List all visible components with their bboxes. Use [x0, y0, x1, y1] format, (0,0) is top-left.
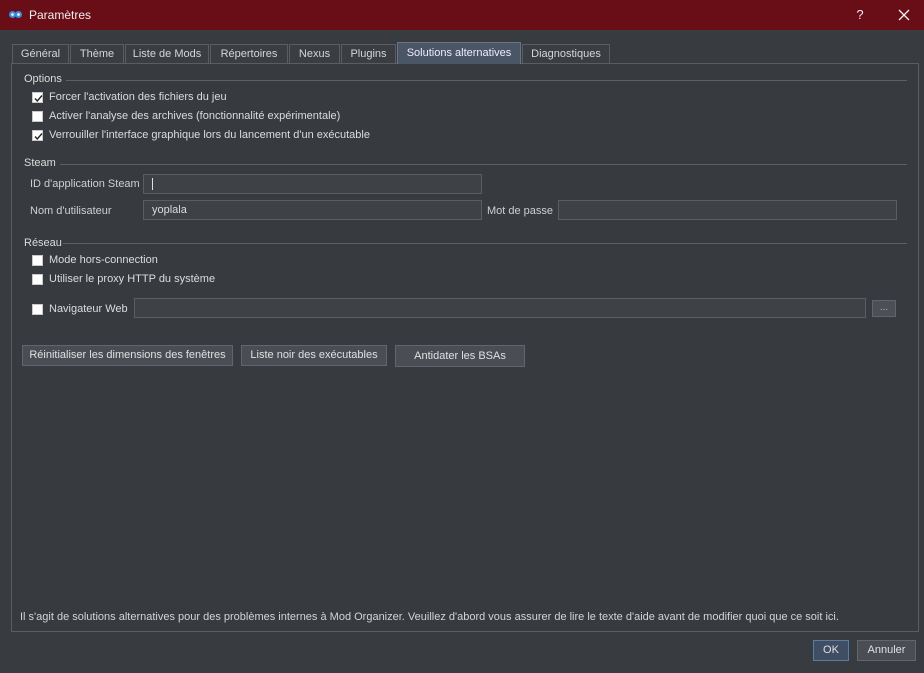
archive-parsing-checkbox[interactable]: [32, 110, 43, 122]
offline-mode-option[interactable]: Mode hors-connection: [32, 254, 158, 266]
system-proxy-label: Utiliser le proxy HTTP du système: [49, 273, 216, 285]
mod-organizer-logo-icon: [9, 11, 22, 18]
lock-gui-checkbox[interactable]: [32, 129, 43, 141]
tab-diagnostics[interactable]: Diagnostiques: [522, 44, 610, 63]
web-browser-path-input[interactable]: [134, 298, 866, 318]
force-enable-game-files-checkbox[interactable]: [32, 91, 43, 103]
backdate-bsas-button[interactable]: Antidater les BSAs: [395, 345, 525, 367]
reset-window-geometries-button[interactable]: Réinitialiser les dimensions des fenêtre…: [22, 345, 233, 366]
lock-gui-option[interactable]: Verrouiller l'interface graphique lors d…: [32, 129, 370, 141]
system-proxy-option[interactable]: Utiliser le proxy HTTP du système: [32, 273, 215, 285]
steam-group-title: Steam: [24, 157, 56, 169]
steam-username-label: Nom d'utilisateur: [30, 205, 112, 217]
tab-workarounds[interactable]: Solutions alternatives: [397, 42, 521, 64]
offline-mode-checkbox[interactable]: [32, 254, 43, 266]
ok-button[interactable]: OK: [813, 640, 849, 661]
close-button[interactable]: [893, 5, 915, 25]
browse-button[interactable]: ...: [872, 300, 896, 317]
tab-directories[interactable]: Répertoires: [210, 44, 288, 63]
force-enable-game-files-option[interactable]: Forcer l'activation des fichiers du jeu: [32, 91, 227, 103]
archive-parsing-option[interactable]: Activer l'analyse des archives (fonction…: [32, 110, 340, 122]
steam-divider: [60, 164, 907, 165]
web-browser-label: Navigateur Web: [49, 303, 128, 315]
tab-mod-list[interactable]: Liste de Mods: [125, 44, 209, 63]
help-description: Il s'agit de solutions alternatives pour…: [20, 611, 839, 623]
tab-nexus[interactable]: Nexus: [289, 44, 340, 63]
checkmark-icon: [34, 132, 43, 140]
steam-app-id-input[interactable]: [143, 174, 482, 194]
tab-general[interactable]: Général: [12, 44, 69, 63]
cancel-button[interactable]: Annuler: [857, 640, 916, 661]
offline-mode-label: Mode hors-connection: [49, 254, 158, 266]
checkmark-icon: [34, 94, 43, 102]
executables-blacklist-button[interactable]: Liste noir des exécutables: [241, 345, 387, 366]
steam-app-id-label: ID d'application Steam: [30, 178, 140, 190]
help-button[interactable]: ?: [851, 6, 869, 24]
network-divider: [63, 243, 907, 244]
window-title: Paramètres: [29, 8, 92, 22]
text-cursor: [152, 178, 153, 191]
archive-parsing-label: Activer l'analyse des archives (fonction…: [49, 110, 341, 122]
options-divider: [66, 80, 907, 81]
steam-username-input[interactable]: yoplala: [143, 200, 482, 220]
steam-password-input[interactable]: [558, 200, 897, 220]
force-enable-game-files-label: Forcer l'activation des fichiers du jeu: [49, 91, 227, 103]
tab-theme[interactable]: Thème: [70, 44, 124, 63]
web-browser-option[interactable]: Navigateur Web: [32, 303, 128, 315]
title-bar: Paramètres ?: [0, 0, 924, 30]
close-icon: [898, 9, 910, 21]
steam-password-label: Mot de passe: [487, 205, 554, 217]
system-proxy-checkbox[interactable]: [32, 273, 43, 285]
network-group-title: Réseau: [24, 237, 62, 249]
options-group-title: Options: [24, 73, 62, 85]
web-browser-checkbox[interactable]: [32, 303, 43, 315]
lock-gui-label: Verrouiller l'interface graphique lors d…: [49, 129, 370, 141]
tab-plugins[interactable]: Plugins: [341, 44, 396, 63]
